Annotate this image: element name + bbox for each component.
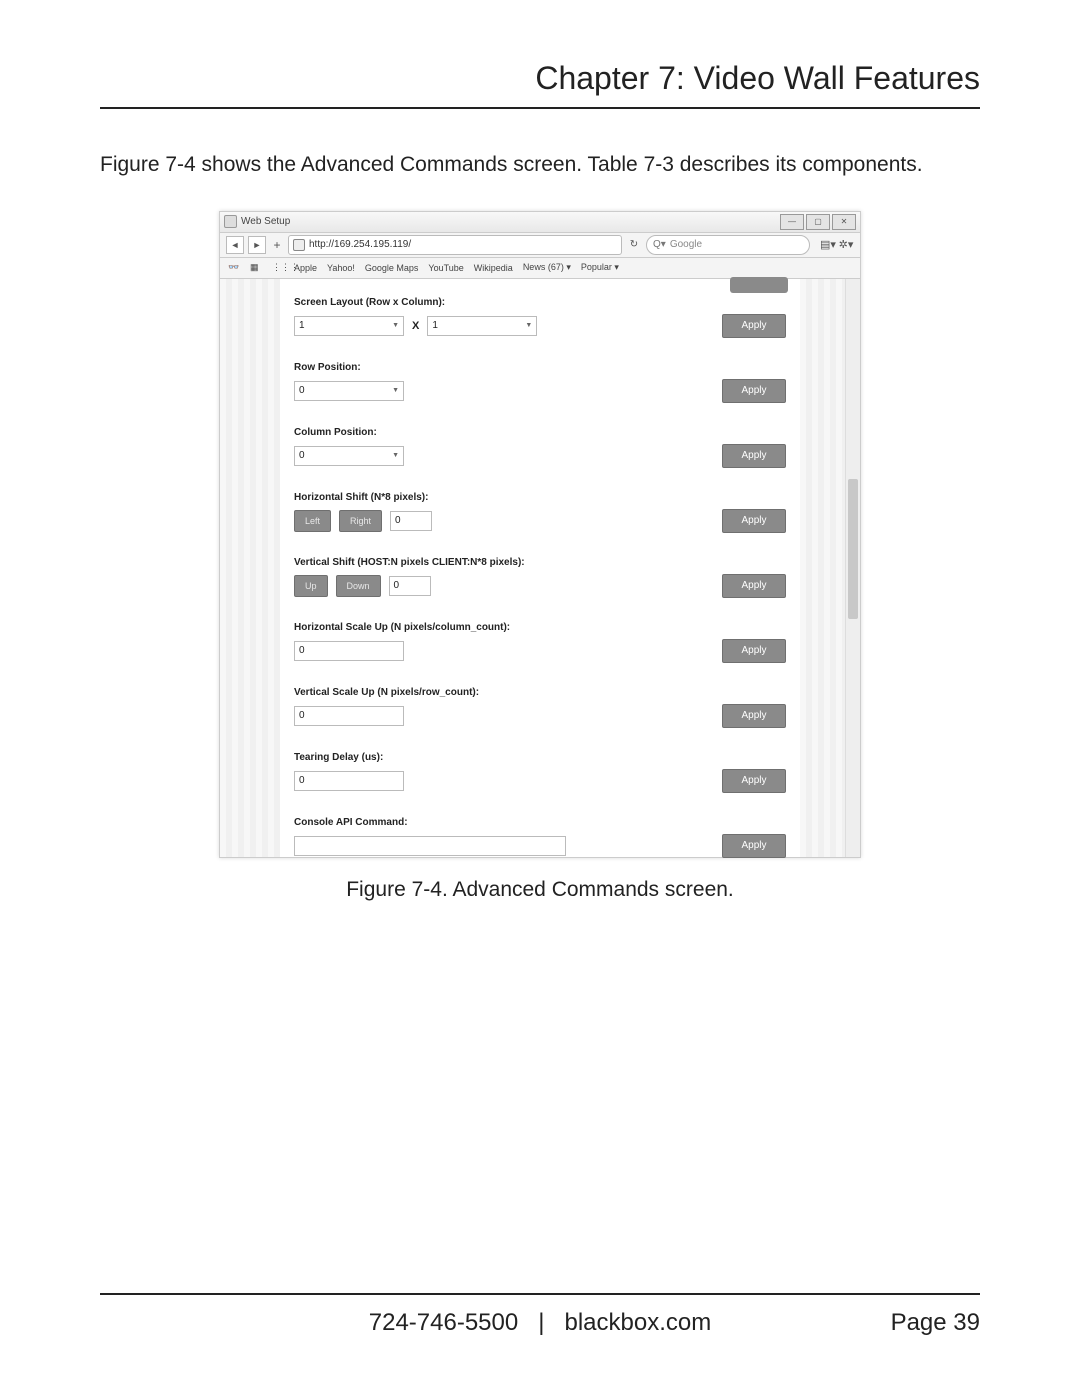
tearing-delay-label: Tearing Delay (us):	[294, 752, 786, 763]
x-separator: X	[412, 320, 419, 332]
bookmark-item[interactable]: Popular ▾	[581, 262, 619, 273]
site-icon	[293, 239, 305, 251]
tearing-delay-input[interactable]: 0	[294, 771, 404, 791]
apply-button[interactable]: Apply	[722, 379, 786, 403]
api-command-input[interactable]	[294, 836, 566, 856]
url-text: http://169.254.195.119/	[309, 239, 411, 250]
minimize-button[interactable]: —	[780, 214, 804, 230]
row-position-label: Row Position:	[294, 362, 786, 373]
bookmark-item[interactable]: Google Maps	[365, 263, 419, 273]
bookmark-item[interactable]: Wikipedia	[474, 263, 513, 273]
h-scale-input[interactable]: 0	[294, 641, 404, 661]
column-position-select[interactable]: 0▼	[294, 446, 404, 466]
forward-button[interactable]: ►	[248, 236, 266, 254]
window-controls: — ▢ ✕	[780, 214, 856, 230]
apply-button[interactable]: Apply	[722, 639, 786, 663]
topsites-icon[interactable]: ▦	[250, 262, 262, 274]
bookmark-item[interactable]: News (67) ▾	[523, 262, 571, 273]
browser-toolbar: ◄ ► + http://169.254.195.119/ ↻ Q▾ Googl…	[220, 233, 860, 258]
h-scale-label: Horizontal Scale Up (N pixels/column_cou…	[294, 622, 786, 633]
up-button[interactable]: Up	[294, 575, 328, 597]
reader-icon[interactable]: 👓	[228, 262, 240, 274]
window-title: Web Setup	[241, 216, 290, 227]
v-shift-input[interactable]: 0	[389, 576, 431, 596]
search-bar[interactable]: Q▾ Google	[646, 235, 810, 255]
apply-button[interactable]: Apply	[722, 769, 786, 793]
footer-site: blackbox.com	[565, 1309, 712, 1336]
page-menu-icon[interactable]: ▤▾	[820, 238, 836, 251]
v-scale-input[interactable]: 0	[294, 706, 404, 726]
bookmark-item[interactable]: YouTube	[428, 263, 463, 273]
search-icon: Q▾	[653, 239, 666, 250]
footer-phone: 724-746-5500	[369, 1309, 518, 1336]
reload-button[interactable]: ↻	[626, 237, 642, 253]
right-button[interactable]: Right	[339, 510, 382, 532]
apply-button[interactable]: Apply	[722, 444, 786, 468]
apply-button[interactable]: Apply	[722, 314, 786, 338]
row-position-select[interactable]: 0▼	[294, 381, 404, 401]
column-select[interactable]: 1▼	[427, 316, 537, 336]
left-button[interactable]: Left	[294, 510, 331, 532]
column-position-label: Column Position:	[294, 427, 786, 438]
window-titlebar: Web Setup — ▢ ✕	[220, 212, 860, 233]
advanced-commands-screenshot: Web Setup — ▢ ✕ ◄ ► + http://169.254.195…	[219, 211, 861, 858]
h-shift-input[interactable]: 0	[390, 511, 432, 531]
apply-button[interactable]: Apply	[722, 834, 786, 858]
bookmark-item[interactable]: Yahoo!	[327, 263, 355, 273]
apply-button[interactable]: Apply	[722, 509, 786, 533]
apply-button[interactable]: Apply	[722, 704, 786, 728]
figure-caption: Figure 7-4. Advanced Commands screen.	[100, 878, 980, 902]
new-tab-button[interactable]: +	[270, 238, 284, 252]
v-scale-label: Vertical Scale Up (N pixels/row_count):	[294, 687, 786, 698]
h-shift-label: Horizontal Shift (N*8 pixels):	[294, 492, 786, 503]
footer-sep: |	[538, 1309, 544, 1336]
page-footer: 724-746-5500 | blackbox.com Page 39	[100, 1293, 980, 1337]
bookmarks-bar: 👓 ▦ ⋮⋮⋮ Apple Yahoo! Google Maps YouTube…	[220, 258, 860, 279]
scrollbar-thumb[interactable]	[848, 479, 858, 619]
bookmark-item[interactable]: Apple	[294, 263, 317, 273]
api-command-label: Console API Command:	[294, 817, 786, 828]
screen-layout-label: Screen Layout (Row x Column):	[294, 297, 786, 308]
maximize-button[interactable]: ▢	[806, 214, 830, 230]
search-placeholder: Google	[670, 239, 702, 250]
favicon-icon	[224, 215, 237, 228]
settings-icon[interactable]: ✲▾	[838, 238, 854, 251]
close-button[interactable]: ✕	[832, 214, 856, 230]
chapter-title: Chapter 7: Video Wall Features	[100, 60, 980, 109]
apply-button[interactable]: Apply	[722, 574, 786, 598]
back-button[interactable]: ◄	[226, 236, 244, 254]
left-gutter	[220, 279, 280, 857]
vertical-scrollbar[interactable]	[845, 279, 860, 857]
grid-icon[interactable]: ⋮⋮⋮	[272, 262, 284, 274]
row-select[interactable]: 1▼	[294, 316, 404, 336]
form-panel: Screen Layout (Row x Column): 1▼ X 1▼ Ap…	[280, 279, 800, 857]
v-shift-label: Vertical Shift (HOST:N pixels CLIENT:N*8…	[294, 557, 786, 568]
top-button[interactable]	[730, 277, 788, 293]
url-bar[interactable]: http://169.254.195.119/	[288, 235, 622, 255]
intro-text: Figure 7-4 shows the Advanced Commands s…	[100, 149, 980, 181]
down-button[interactable]: Down	[336, 575, 381, 597]
